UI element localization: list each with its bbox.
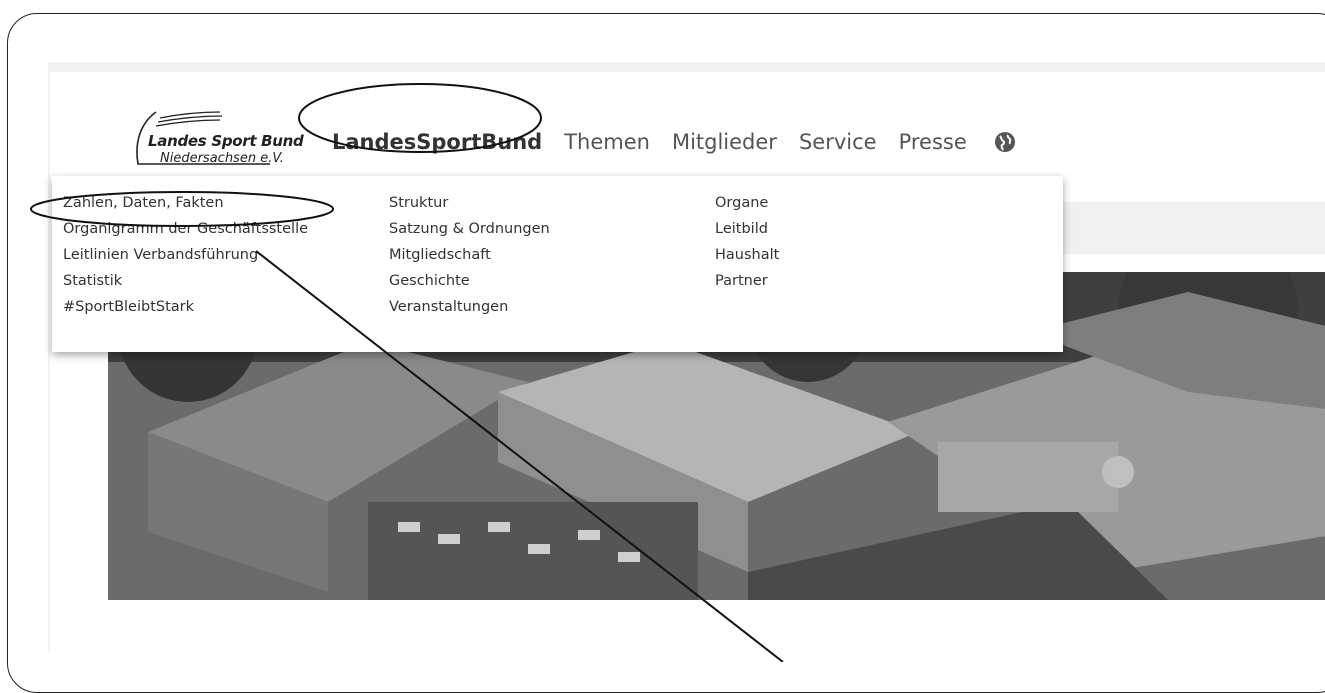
menu-item-struktur[interactable]: Struktur <box>389 190 550 216</box>
browser-viewport: Landes Sport Bund Niedersachsen e.V. Lan… <box>48 62 1325 652</box>
site-logo[interactable]: Landes Sport Bund Niedersachsen e.V. <box>120 96 310 176</box>
menu-item-geschichte[interactable]: Geschichte <box>389 268 550 294</box>
nav-item-mitglieder[interactable]: Mitglieder <box>672 130 777 154</box>
nav-item-landessportbund[interactable]: LandesSportBund <box>332 130 542 154</box>
nav-item-themen[interactable]: Themen <box>564 130 650 154</box>
dropdown-column-2: Struktur Satzung & Ordnungen Mitgliedsch… <box>389 190 550 320</box>
menu-item-sportbleibtstark[interactable]: #SportBleibtStark <box>63 294 308 320</box>
dropdown-column-3: Organe Leitbild Haushalt Partner <box>715 190 779 294</box>
breadcrumb-bar <box>1062 202 1325 254</box>
menu-item-leitlinien[interactable]: Leitlinien Verbandsführung <box>63 242 308 268</box>
menu-item-organe[interactable]: Organe <box>715 190 779 216</box>
globe-icon[interactable] <box>993 130 1017 154</box>
menu-item-haushalt[interactable]: Haushalt <box>715 242 779 268</box>
menu-item-leitbild[interactable]: Leitbild <box>715 216 779 242</box>
menu-item-statistik[interactable]: Statistik <box>63 268 308 294</box>
dropdown-column-1: Zahlen, Daten, Fakten Organigramm der Ge… <box>63 190 308 320</box>
main-nav: LandesSportBund Themen Mitglieder Servic… <box>332 122 1017 162</box>
logo-line2: Niedersachsen e.V. <box>160 151 284 166</box>
menu-item-organigramm[interactable]: Organigramm der Geschäftsstelle <box>63 216 308 242</box>
nav-item-presse[interactable]: Presse <box>899 130 967 154</box>
menu-item-partner[interactable]: Partner <box>715 268 779 294</box>
menu-item-veranstaltungen[interactable]: Veranstaltungen <box>389 294 550 320</box>
nav-dropdown-menu: Zahlen, Daten, Fakten Organigramm der Ge… <box>52 176 1063 352</box>
menu-item-satzung[interactable]: Satzung & Ordnungen <box>389 216 550 242</box>
menu-item-mitgliedschaft[interactable]: Mitgliedschaft <box>389 242 550 268</box>
menu-item-zahlen-daten-fakten[interactable]: Zahlen, Daten, Fakten <box>63 190 308 216</box>
page: Landes Sport Bund Niedersachsen e.V. Lan… <box>50 72 1325 652</box>
nav-item-service[interactable]: Service <box>799 130 877 154</box>
screenshot-frame: Landes Sport Bund Niedersachsen e.V. Lan… <box>7 13 1325 693</box>
logo-line1: Landes Sport Bund <box>148 132 304 150</box>
